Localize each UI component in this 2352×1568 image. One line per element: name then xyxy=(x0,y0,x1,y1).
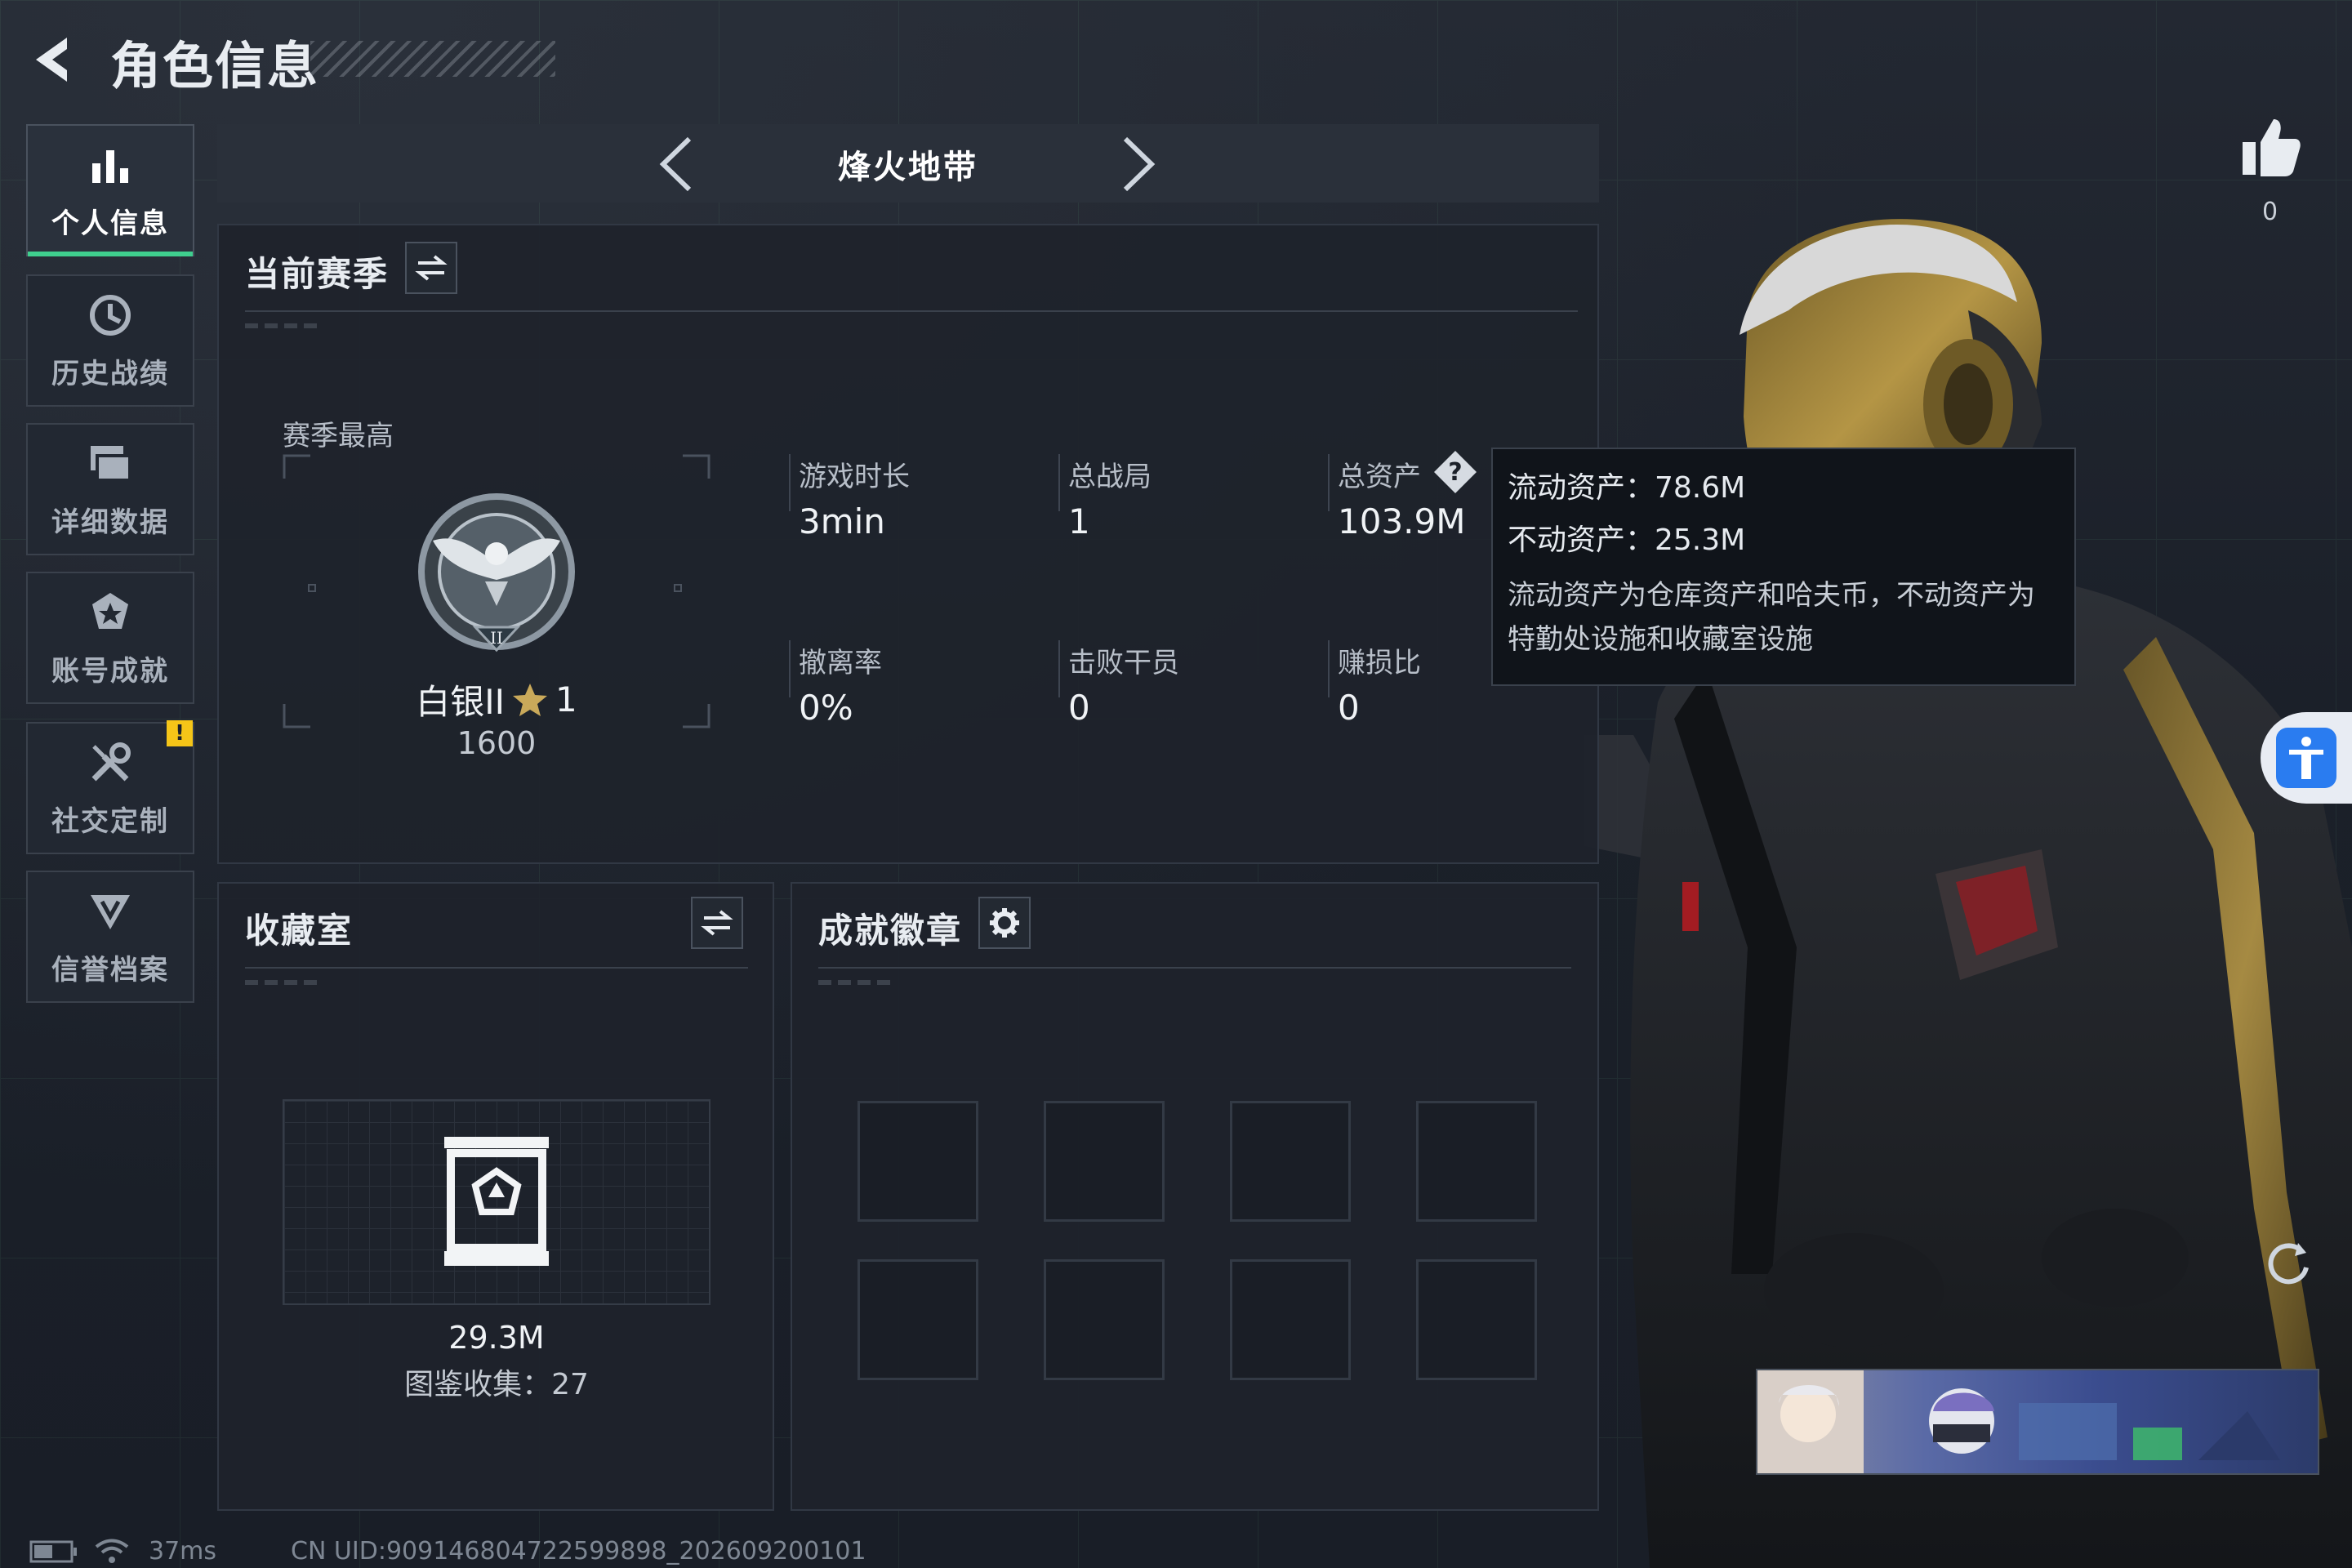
rank-score: 1600 xyxy=(457,725,537,761)
stat-label-extract-rate: 撤离率 xyxy=(799,647,882,679)
rank-name: 白银II xyxy=(416,682,506,722)
event-banner-art xyxy=(1757,1370,2280,1473)
season-best-label: 赛季最高 xyxy=(283,420,394,452)
sidebar-item-detail-data[interactable]: 详细数据 xyxy=(26,423,194,555)
sidebar-item-personal-info[interactable]: 个人信息 xyxy=(26,124,194,256)
chevron-right-icon[interactable] xyxy=(1112,136,1161,193)
stat-value-playtime: 3min xyxy=(799,501,885,541)
stat-label-total-assets: 总资产 xyxy=(1338,461,1421,493)
season-swap-button[interactable] xyxy=(405,242,457,294)
swap-icon xyxy=(701,910,733,936)
badge-slot[interactable] xyxy=(1044,1259,1165,1380)
sidebar-item-label: 个人信息 xyxy=(51,207,169,240)
chevron-left-icon[interactable] xyxy=(653,136,702,193)
sidebar-item-label: 历史战绩 xyxy=(51,357,169,390)
sidebar-item-label: 详细数据 xyxy=(51,506,169,539)
help-icon[interactable]: ? xyxy=(1431,448,1480,497)
back-arrow-icon[interactable] xyxy=(24,31,82,88)
rotate-icon[interactable] xyxy=(2262,1235,2314,1287)
accessibility-icon xyxy=(2276,728,2336,788)
stat-value-total-assets: 103.9M xyxy=(1338,501,1466,541)
stat-value-kills: 0 xyxy=(1068,688,1090,728)
sidebar-item-label: 账号成就 xyxy=(51,654,169,688)
sidebar-item-achievements[interactable]: 账号成就 xyxy=(26,572,194,704)
stat-divider xyxy=(1058,454,1060,511)
battery-icon xyxy=(29,1540,77,1563)
badge-slot[interactable] xyxy=(1230,1259,1351,1380)
stat-divider xyxy=(1328,640,1330,697)
svg-text:?: ? xyxy=(1448,458,1462,487)
data-icon xyxy=(86,439,135,488)
stat-value-profit-ratio: 0 xyxy=(1338,688,1360,728)
collection-swap-button[interactable] xyxy=(691,897,743,949)
collection-title: 收藏室 xyxy=(245,911,354,951)
rank-stars: 1 xyxy=(555,679,577,719)
badge-slot[interactable] xyxy=(858,1101,978,1222)
history-icon xyxy=(86,291,135,340)
badge-slot[interactable] xyxy=(1416,1259,1537,1380)
character-portrait xyxy=(1584,219,2352,1568)
credit-icon xyxy=(86,887,135,936)
stat-value-extract-rate: 0% xyxy=(799,688,853,728)
badges-title: 成就徽章 xyxy=(818,911,963,951)
stat-divider xyxy=(1328,454,1330,511)
sidebar-item-label: 信誉档案 xyxy=(51,953,169,987)
collection-divider-detail xyxy=(245,980,318,985)
collection-catalog: 图鉴收集：27 xyxy=(404,1368,589,1401)
stat-label-kills: 击败干员 xyxy=(1068,647,1179,679)
stat-divider xyxy=(789,454,791,511)
badges-settings-button[interactable] xyxy=(978,897,1031,949)
stat-divider xyxy=(1058,640,1060,697)
bar-chart-icon xyxy=(86,140,135,189)
sidebar-item-label: 社交定制 xyxy=(51,804,169,838)
wifi-icon xyxy=(95,1539,129,1563)
tooltip-fixed-assets: 不动资产：25.3M xyxy=(1508,523,1746,557)
badge-slot[interactable] xyxy=(858,1259,978,1380)
gear-icon xyxy=(990,908,1019,938)
season-divider-detail xyxy=(245,323,323,328)
badge-slot[interactable] xyxy=(1230,1101,1351,1222)
stat-label-playtime: 游戏时长 xyxy=(799,461,910,493)
title-decoration xyxy=(310,41,555,77)
tools-icon xyxy=(86,738,135,787)
badges-divider-detail xyxy=(818,980,892,985)
star-icon xyxy=(513,683,548,716)
rank-emblem-numeral: II xyxy=(490,628,503,648)
thumbs-up-icon[interactable] xyxy=(2238,114,2303,180)
swap-icon xyxy=(415,255,448,281)
like-count: 0 xyxy=(2262,198,2278,226)
sidebar-item-history[interactable]: 历史战绩 xyxy=(26,274,194,407)
stat-value-total-matches: 1 xyxy=(1068,501,1090,541)
achievement-icon xyxy=(86,588,135,637)
ping-text: 37ms xyxy=(149,1537,217,1566)
stat-label-total-matches: 总战局 xyxy=(1068,461,1152,493)
stat-divider xyxy=(789,640,791,697)
assets-tooltip: 流动资产：78.6M 不动资产：25.3M 流动资产为仓库资产和哈夫币，不动资产… xyxy=(1491,448,2076,686)
mode-label: 烽火地带 xyxy=(838,149,978,186)
badge-slot[interactable] xyxy=(1044,1101,1165,1222)
accessibility-button[interactable] xyxy=(2261,712,2352,804)
uid-text: CN UID:909146804722599898_202609200101 xyxy=(291,1537,866,1566)
warning-badge: ! xyxy=(167,720,193,746)
event-banner[interactable] xyxy=(1756,1369,2319,1475)
season-divider xyxy=(245,310,1578,312)
collection-divider xyxy=(245,967,748,969)
collection-value: 29.3M xyxy=(448,1320,545,1356)
badge-slot[interactable] xyxy=(1416,1101,1537,1222)
page-title: 角色信息 xyxy=(110,36,320,96)
rank-emblem-icon: II xyxy=(418,493,575,653)
display-case-icon xyxy=(444,1137,549,1266)
stat-label-profit-ratio: 赚损比 xyxy=(1338,647,1421,679)
rank-row: 白银II 1 xyxy=(408,675,585,724)
sidebar-item-credit-file[interactable]: 信誉档案 xyxy=(26,871,194,1003)
badges-divider xyxy=(818,967,1571,969)
tooltip-liquid-assets: 流动资产：78.6M xyxy=(1508,471,1746,505)
tooltip-note: 流动资产为仓库资产和哈夫币，不动资产为特勤处设施和收藏室设施 xyxy=(1508,579,2035,656)
season-title: 当前赛季 xyxy=(245,254,390,294)
